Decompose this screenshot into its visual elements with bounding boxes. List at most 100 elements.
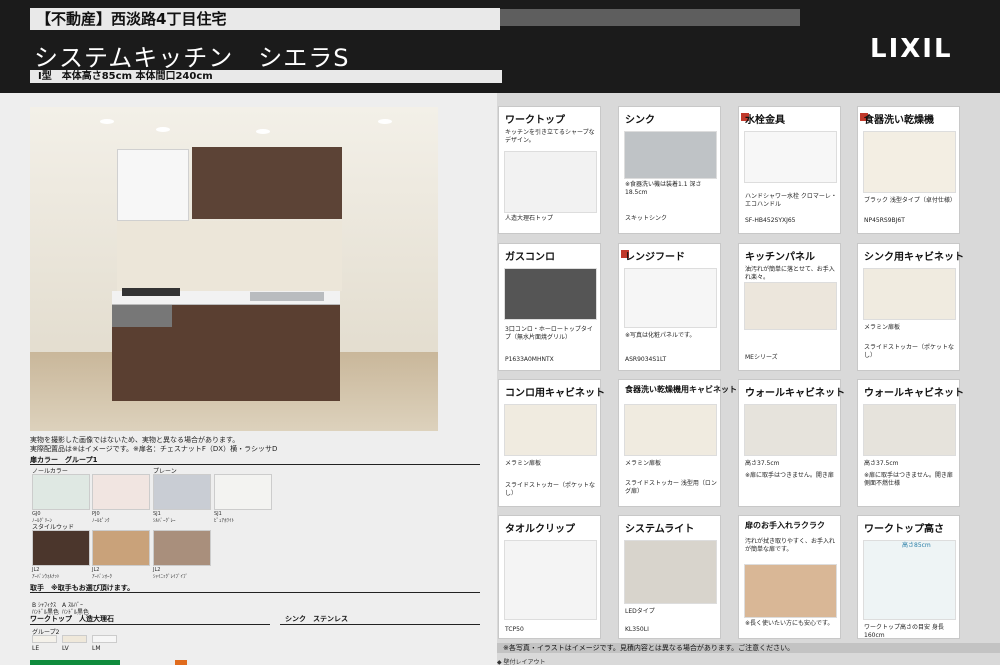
bottom-strip bbox=[175, 660, 187, 665]
upper-cabinet bbox=[192, 147, 342, 219]
swatch-5 bbox=[92, 530, 150, 566]
dw-cabinet-image bbox=[624, 404, 717, 456]
card-towel-clip: タオルクリップ TCP50 bbox=[498, 515, 601, 639]
card-title: 食器洗い乾燥機用キャビネット bbox=[625, 385, 737, 394]
divider bbox=[280, 624, 480, 625]
divider bbox=[30, 592, 480, 593]
card-caption: ASR9034S1LT bbox=[625, 356, 667, 363]
card-text: ブラック 浅型タイプ（卓付仕様） bbox=[864, 197, 956, 204]
divider bbox=[30, 624, 270, 625]
note-line: 実物を撮影した画像ではないため、実物と異なる場合があります。 bbox=[30, 436, 240, 444]
card-title: キッチンパネル bbox=[745, 252, 815, 263]
sink-cabinet-image bbox=[863, 268, 956, 320]
card-title: システムライト bbox=[625, 524, 695, 535]
card-faucet: 水栓金具 ハンドシャワー水栓 クロマーレ・エコハンドル SF-HB452SYXJ… bbox=[738, 106, 841, 234]
card-text: 汚れが拭き取りやすく、お手入れが簡単な扉です。 bbox=[745, 538, 836, 553]
tagline-bar bbox=[500, 9, 800, 26]
ceiling-light bbox=[100, 119, 114, 124]
door-care-image bbox=[744, 564, 837, 618]
card-title: コンロ用キャビネット bbox=[505, 388, 605, 399]
card-text: ※食器洗い機は装着1.1 深さ18.5cm bbox=[625, 181, 702, 196]
card-caption: メラミン扉板 bbox=[864, 324, 901, 331]
faucet-image bbox=[744, 131, 837, 183]
card-title: 食器洗い乾燥機 bbox=[864, 115, 934, 126]
card-text: ※扉に取手はつきません。開き扉 bbox=[745, 472, 834, 479]
card-text: ハンドシャワー水栓 クロマーレ・エコハンドル bbox=[745, 193, 837, 208]
swatch-1 bbox=[92, 474, 150, 510]
card-text: 高さ85cm bbox=[902, 542, 931, 549]
card-dishwasher: 食器洗い乾燥機 ブラック 浅型タイプ（卓付仕様） NP45RS9BJ6T bbox=[857, 106, 960, 234]
card-system-light: システムライト LEDタイプ KL350LI bbox=[618, 515, 721, 639]
card-caption: 高さ37.5cm bbox=[864, 460, 899, 467]
gas-hob bbox=[122, 288, 180, 296]
card-kitchen-panel: キッチンパネル 油汚れが簡単に落とせて、お手入れ楽々。 MEシリーズ bbox=[738, 243, 841, 371]
card-title: ワークトップ高さ bbox=[864, 524, 944, 535]
card-sink-cabinet: シンク用キャビネット メラミン扉板 スライドストッカー（ポケットなし） bbox=[857, 243, 964, 371]
stove-image bbox=[504, 268, 597, 320]
worktop-swatch-lm bbox=[92, 635, 117, 643]
card-text: LEDタイプ bbox=[625, 608, 655, 615]
divider bbox=[30, 464, 480, 465]
card-caption: 人造大理石トップ bbox=[505, 215, 554, 222]
bottom-strip bbox=[30, 660, 120, 665]
sink-image bbox=[624, 131, 717, 179]
swatch-6 bbox=[153, 530, 211, 566]
dishwasher-image bbox=[863, 131, 956, 193]
card-caption: KL350LI bbox=[625, 626, 649, 633]
swatch-0 bbox=[32, 474, 90, 510]
swatch-2-name: ｼﾙﾊﾞｰｸﾞﾚｰ bbox=[153, 518, 176, 524]
light-image bbox=[624, 540, 717, 604]
card-title: タオルクリップ bbox=[505, 524, 575, 535]
worktop-image bbox=[504, 151, 597, 213]
card-caption: SF-HB452SYXJ65 bbox=[745, 217, 796, 224]
stove-cabinet-image bbox=[504, 404, 597, 456]
page-title: システムキッチン シエラS bbox=[34, 44, 350, 72]
card-caption: ワークトップ高さの目安 身長160cm bbox=[864, 624, 944, 639]
card-caption: MEシリーズ bbox=[745, 354, 778, 361]
card-caption: メラミン扉板 bbox=[625, 460, 662, 467]
card-worktop: ワークトップ キッチンを引き立てるシャープなデザイン。 人造大理石トップ bbox=[498, 106, 601, 234]
range-hood bbox=[117, 149, 189, 221]
card-caption: ※長く使いたい方にも安心です。 bbox=[745, 620, 834, 627]
worktop-section-title: ワークトップ 人造大理石 bbox=[30, 615, 114, 623]
card-gas-stove: ガスコンロ 3口コンロ・ホーロートップタイプ（無水片面焼グリル） P1633A0… bbox=[498, 243, 601, 371]
note-line: 実際配置品は※はイメージです。※扉名：チェスナットF（DX）横・ラシッサD bbox=[30, 445, 278, 453]
header: 【不動産】西淡路4丁目住宅 システムキッチン シエラS Ⅰ型 本体高さ85cm … bbox=[0, 0, 1000, 93]
card-text: ※写真は化粧パネルです。 bbox=[625, 332, 696, 339]
spec-line: Ⅰ型 本体高さ85cm 本体間口240cm bbox=[30, 70, 502, 83]
card-text: スライドストッカー（ポケットなし） bbox=[505, 482, 596, 497]
kitchen-photo bbox=[30, 107, 438, 431]
sink bbox=[250, 292, 324, 301]
swatch-4 bbox=[32, 530, 90, 566]
swatch-2 bbox=[153, 474, 211, 510]
card-caption: NP45RS9BJ6T bbox=[864, 217, 905, 224]
card-stove-cabinet: コンロ用キャビネット メラミン扉板 スライドストッカー（ポケットなし） bbox=[498, 379, 605, 507]
grill bbox=[112, 305, 172, 327]
swatch-5-name: ｱｰﾊﾞﾝｵｰｸ bbox=[92, 574, 113, 580]
card-caption: P1633A0MHNTX bbox=[505, 356, 554, 363]
card-text: キッチンを引き立てるシャープなデザイン。 bbox=[505, 129, 595, 144]
worktop-lm: LM bbox=[92, 645, 101, 652]
swatch-3-name: ﾋﾟｭｱﾎﾜｲﾄ bbox=[214, 518, 235, 524]
sink-section-title: シンク ステンレス bbox=[285, 615, 348, 623]
card-dishwasher-cabinet: 食器洗い乾燥機用キャビネット メラミン扉板 スライドストッカー 浅型用（ロング扉… bbox=[618, 379, 737, 507]
photo-notes: 実物を撮影した画像ではないため、実物と異なる場合があります。 実際配置品は※はイ… bbox=[30, 436, 490, 454]
kitchen-panel bbox=[117, 221, 342, 291]
towel-clip-image bbox=[504, 540, 597, 620]
swatch-3 bbox=[214, 474, 272, 510]
wall-cabinet-image bbox=[744, 404, 837, 456]
card-caption: スキットシンク bbox=[625, 215, 668, 222]
swatch-1-name: ﾉｰﾙﾋﾟﾝｸ bbox=[92, 518, 110, 524]
card-text: 油汚れが簡単に落とせて、お手入れ楽々。 bbox=[745, 266, 835, 281]
card-range-hood: レンジフード ※写真は化粧パネルです。 ASR9034S1LT bbox=[618, 243, 721, 371]
card-title: ガスコンロ bbox=[505, 252, 555, 263]
swatch-4-name: ｱｰﾊﾞﾝｳｫﾙﾅｯﾄ bbox=[32, 574, 60, 580]
card-title: ワークトップ bbox=[505, 115, 565, 126]
height-diagram bbox=[863, 540, 956, 620]
card-title: レンジフード bbox=[625, 252, 685, 263]
ceiling-light bbox=[378, 119, 392, 124]
property-tagline: 【不動産】西淡路4丁目住宅 bbox=[30, 8, 500, 30]
wall-cabinet-image bbox=[863, 404, 956, 456]
worktop-swatch-le bbox=[32, 635, 57, 643]
card-door-care: 扉のお手入れラクラク 汚れが拭き取りやすく、お手入れが簡単な扉です。 ※長く使い… bbox=[738, 515, 841, 639]
